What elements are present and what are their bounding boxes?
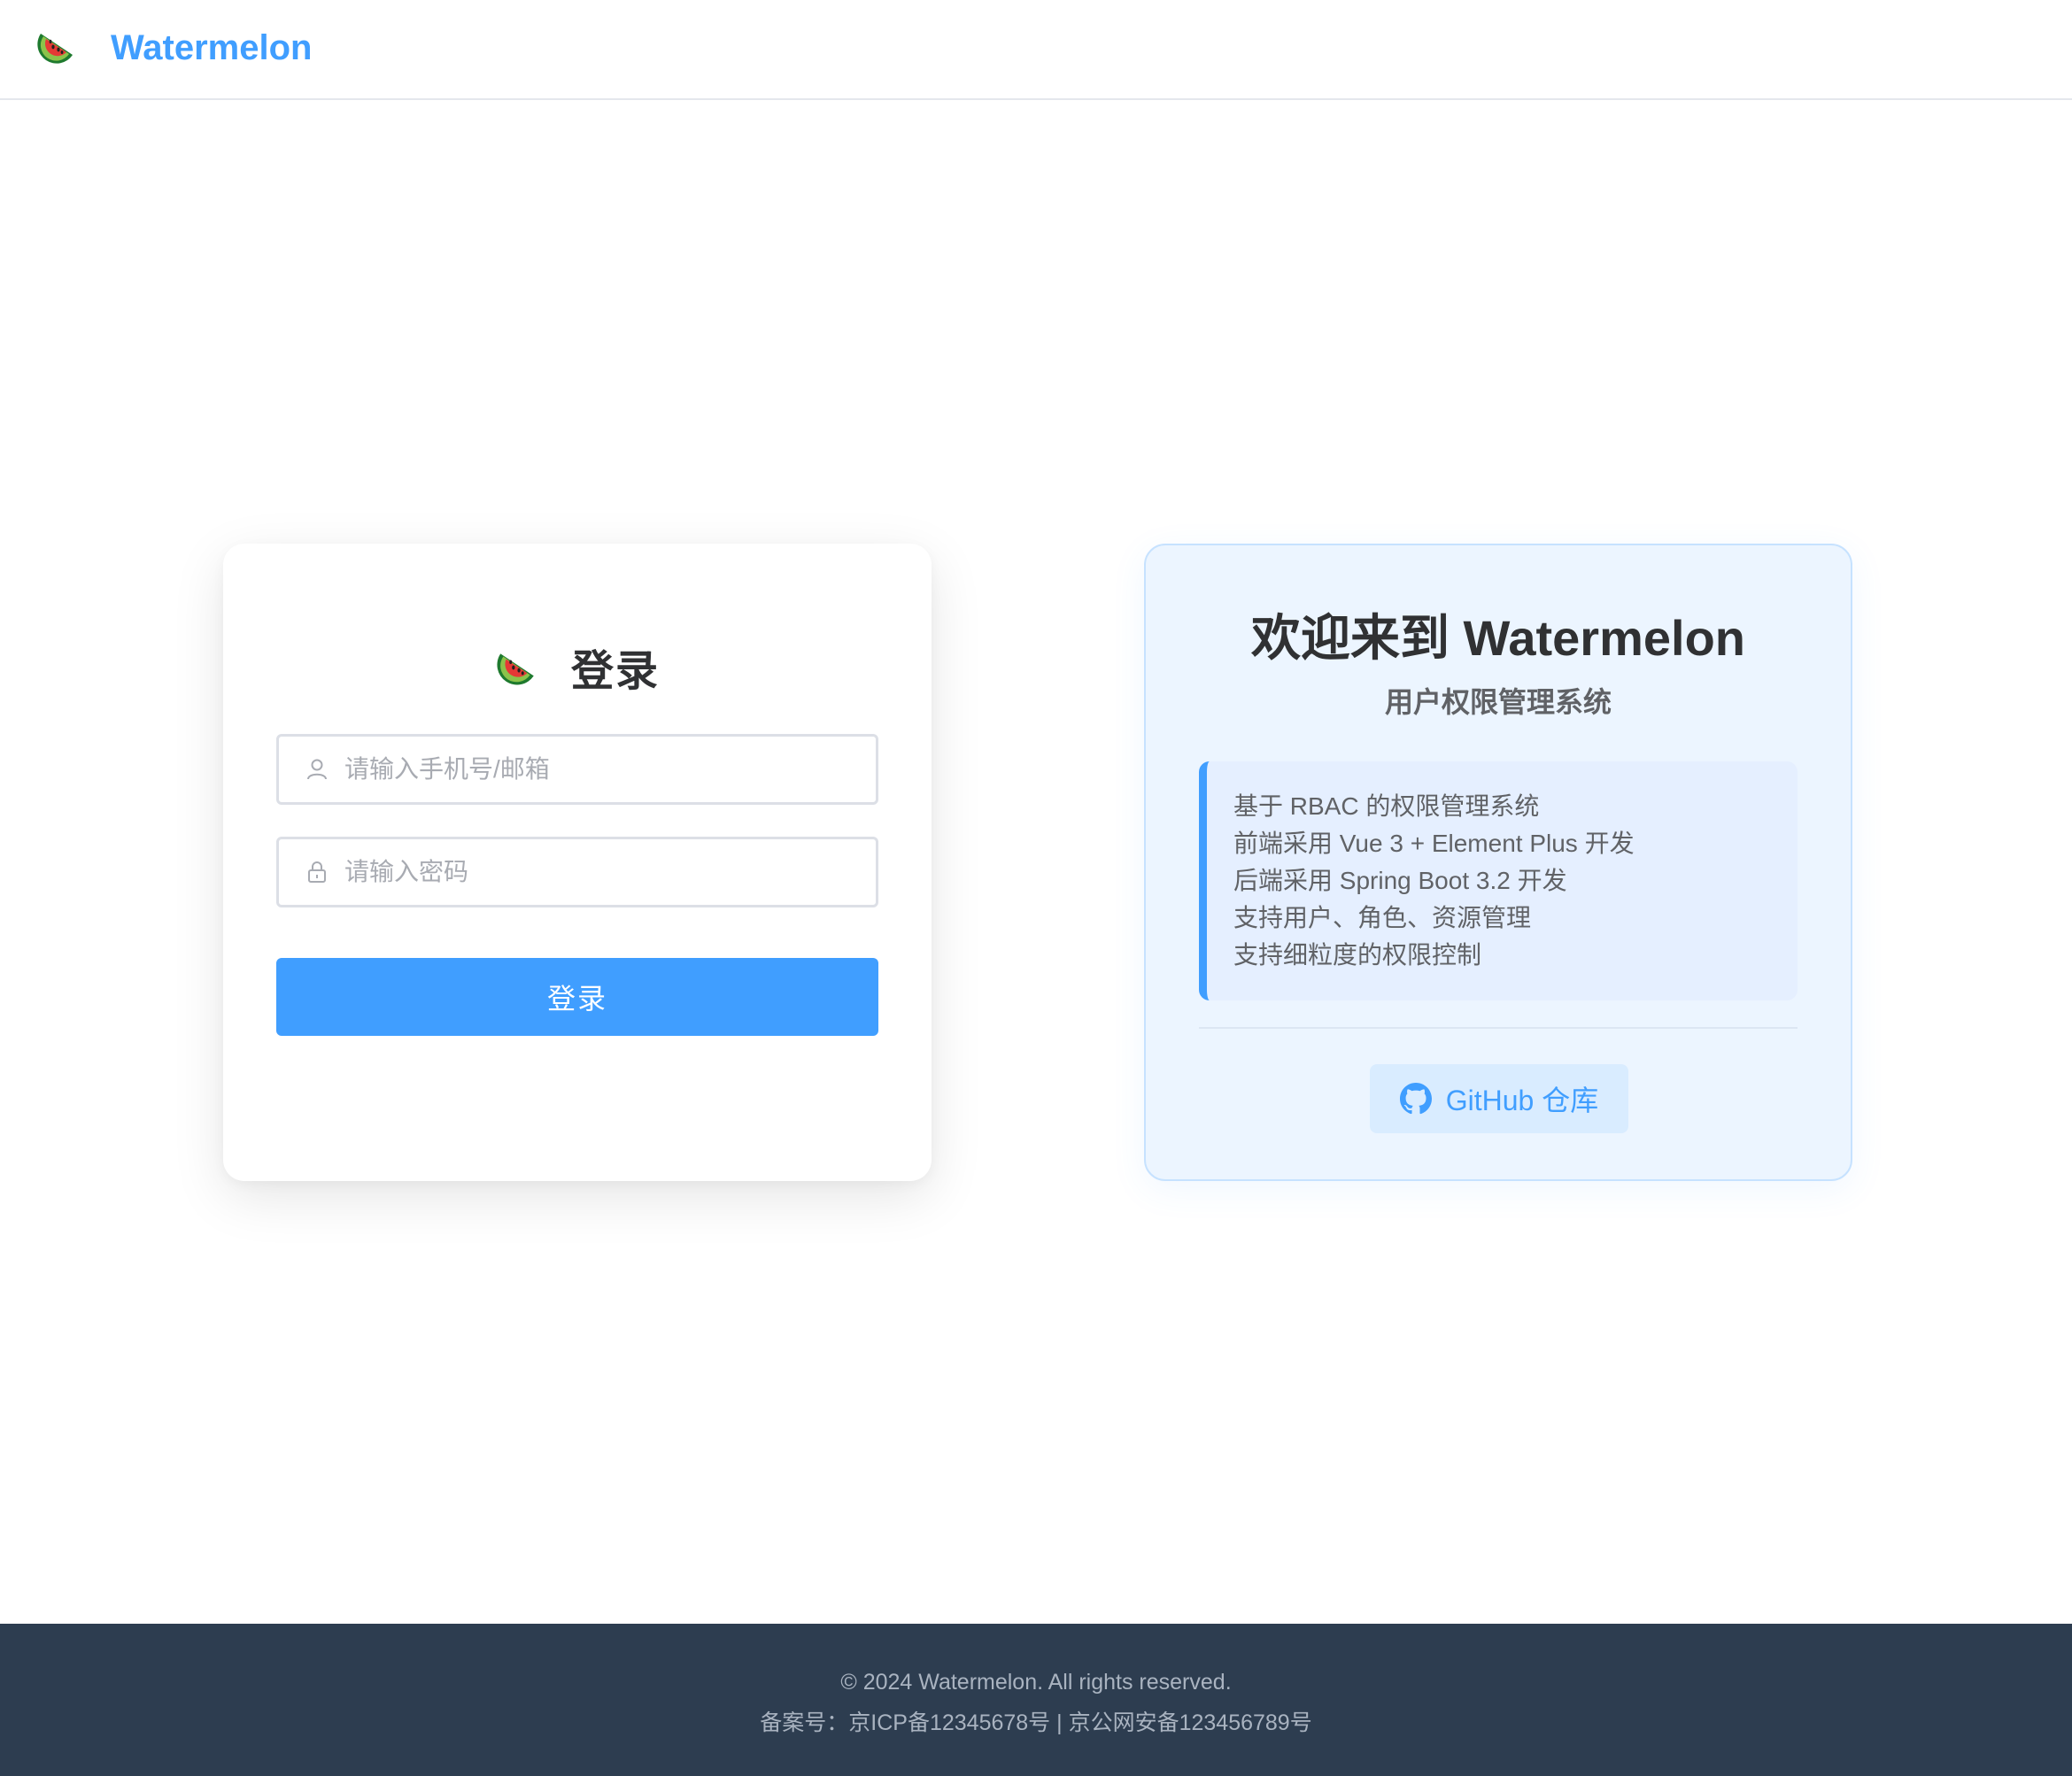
- divider: [1199, 1027, 1798, 1029]
- login-title: 登录: [223, 636, 932, 698]
- icp-record-text[interactable]: 备案号：京ICP备12345678号 | 京公网安备123456789号: [0, 1705, 2072, 1737]
- github-repo-label: GitHub 仓库: [1445, 1085, 1599, 1116]
- feature-item: 前端采用 Vue 3 + Element Plus 开发: [1233, 830, 1635, 857]
- page-footer: © 2024 Watermelon. All rights reserved. …: [0, 1624, 2072, 1776]
- feature-item: 基于 RBAC 的权限管理系统: [1233, 792, 1540, 820]
- feature-item: 后端采用 Spring Boot 3.2 开发: [1233, 867, 1567, 894]
- login-card: 登录 登录: [223, 544, 932, 1181]
- brand-name[interactable]: Watermelon: [111, 25, 312, 71]
- welcome-card: 欢迎来到 Watermelon 用户权限管理系统 基于 RBAC 的权限管理系统…: [1144, 544, 1852, 1181]
- welcome-title: 欢迎来到 Watermelon: [1251, 610, 1745, 666]
- copyright-text: © 2024 Watermelon. All rights reserved.: [840, 1670, 1232, 1695]
- feature-list: 基于 RBAC 的权限管理系统 前端采用 Vue 3 + Element Plu…: [1199, 761, 1798, 1000]
- username-input[interactable]: [344, 743, 840, 796]
- feature-item: 支持用户、角色、资源管理: [1233, 904, 1532, 931]
- github-icon: [1399, 1083, 1432, 1115]
- top-header: Watermelon: [0, 0, 2072, 100]
- login-button[interactable]: 登录: [276, 958, 878, 1036]
- feature-item: 支持细粒度的权限控制: [1233, 941, 1482, 969]
- password-field[interactable]: [276, 837, 878, 907]
- user-icon: [307, 759, 327, 780]
- watermelon-icon: [497, 653, 534, 685]
- watermelon-icon[interactable]: [35, 25, 78, 67]
- lock-icon: [308, 861, 326, 883]
- password-input[interactable]: [344, 846, 840, 899]
- username-field[interactable]: [276, 734, 878, 805]
- welcome-subtitle: 用户权限管理系统: [1384, 686, 1612, 718]
- github-repo-button[interactable]: GitHub 仓库: [1370, 1064, 1628, 1133]
- login-title-text: 登录: [570, 648, 660, 695]
